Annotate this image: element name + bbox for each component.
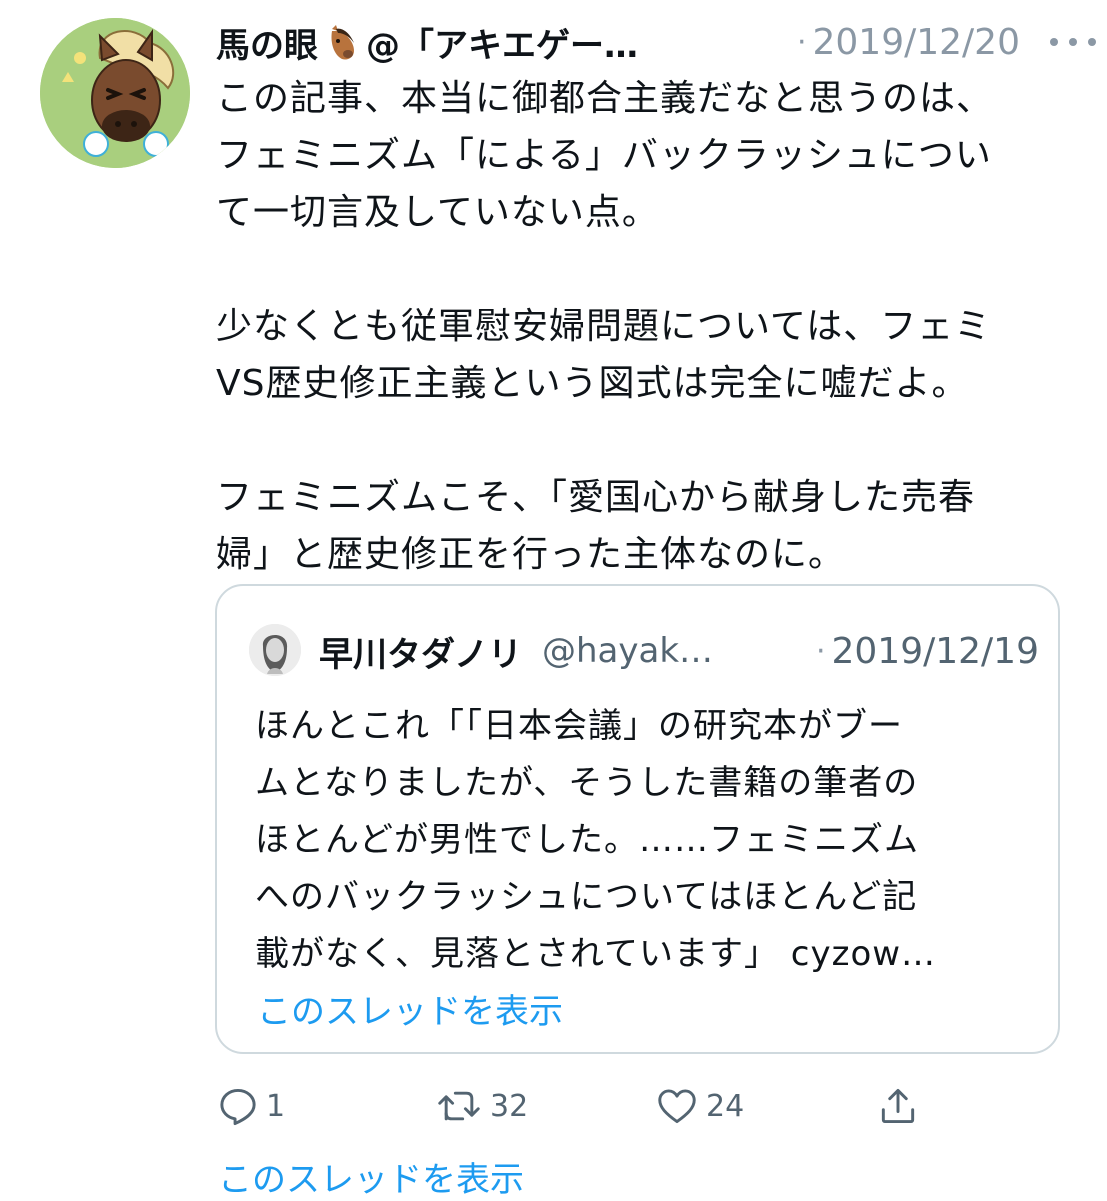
horse-avatar-illustration: [40, 18, 190, 168]
user-avatar[interactable]: [40, 18, 190, 168]
tweet-paragraph: 少なくとも従軍慰安婦問題については、フェミ VS歴史修正主義という図式は完全に嘘…: [216, 306, 992, 404]
horse-face-emoji-icon: [324, 23, 362, 61]
reply-icon: [216, 1084, 260, 1128]
more-dots-icon[interactable]: [1050, 27, 1096, 57]
quoted-tweet-text: ほんとこれ「「日本会議」の研究本がブー ムとなりましたが、そうした書籍の筆者の …: [255, 706, 937, 974]
quoted-display-name[interactable]: 早川タダノリ: [319, 627, 522, 676]
heart-icon: [654, 1084, 700, 1128]
user-handle[interactable]: @「アキエゲー…: [366, 18, 638, 67]
like-count: 24: [706, 1088, 745, 1124]
show-thread-link[interactable]: このスレッドを表示: [218, 1152, 524, 1201]
quoted-show-thread-link[interactable]: このスレッドを表示: [257, 984, 563, 1033]
tweet-text: この記事、本当に御都合主義だなと思うのは、 フェミニズム「による」バックラッシュ…: [216, 70, 1076, 583]
reply-count: 1: [266, 1088, 286, 1124]
quoted-user-avatar[interactable]: [249, 624, 301, 676]
quoted-tweet-header: 早川タダノリ @hayak… · 2019/12/19: [319, 626, 1039, 676]
share-icon: [876, 1084, 920, 1128]
share-button[interactable]: [876, 1078, 920, 1134]
tweet-paragraph: この記事、本当に御都合主義だなと思うのは、 フェミニズム「による」バックラッシュ…: [216, 78, 994, 233]
tweet-paragraph: フェミニズムこそ、「愛国心から献身した売春 婦」と歴史修正を行った主体なのに。: [216, 477, 976, 575]
date-separator: ·: [796, 24, 807, 60]
quoted-date-separator: ·: [815, 633, 826, 669]
retweet-button[interactable]: 32: [434, 1078, 528, 1134]
retweet-count: 32: [490, 1088, 529, 1124]
retweet-icon: [434, 1084, 484, 1128]
quoted-user-handle[interactable]: @hayak…: [542, 631, 713, 671]
quoted-tweet-date[interactable]: 2019/12/19: [832, 631, 1040, 672]
tweet-action-bar: 1 32 24: [216, 1078, 936, 1134]
reply-button[interactable]: 1: [216, 1078, 285, 1134]
portrait-avatar-illustration: [249, 624, 301, 676]
display-name[interactable]: 馬の眼: [216, 18, 318, 67]
like-button[interactable]: 24: [654, 1078, 744, 1134]
quoted-tweet-card[interactable]: 早川タダノリ @hayak… · 2019/12/19 ほんとこれ「「日本会議」…: [215, 584, 1060, 1054]
tweet-header: 馬の眼 @「アキエゲー… · 2019/12/20: [216, 14, 1096, 70]
tweet-date[interactable]: 2019/12/20: [813, 22, 1021, 63]
